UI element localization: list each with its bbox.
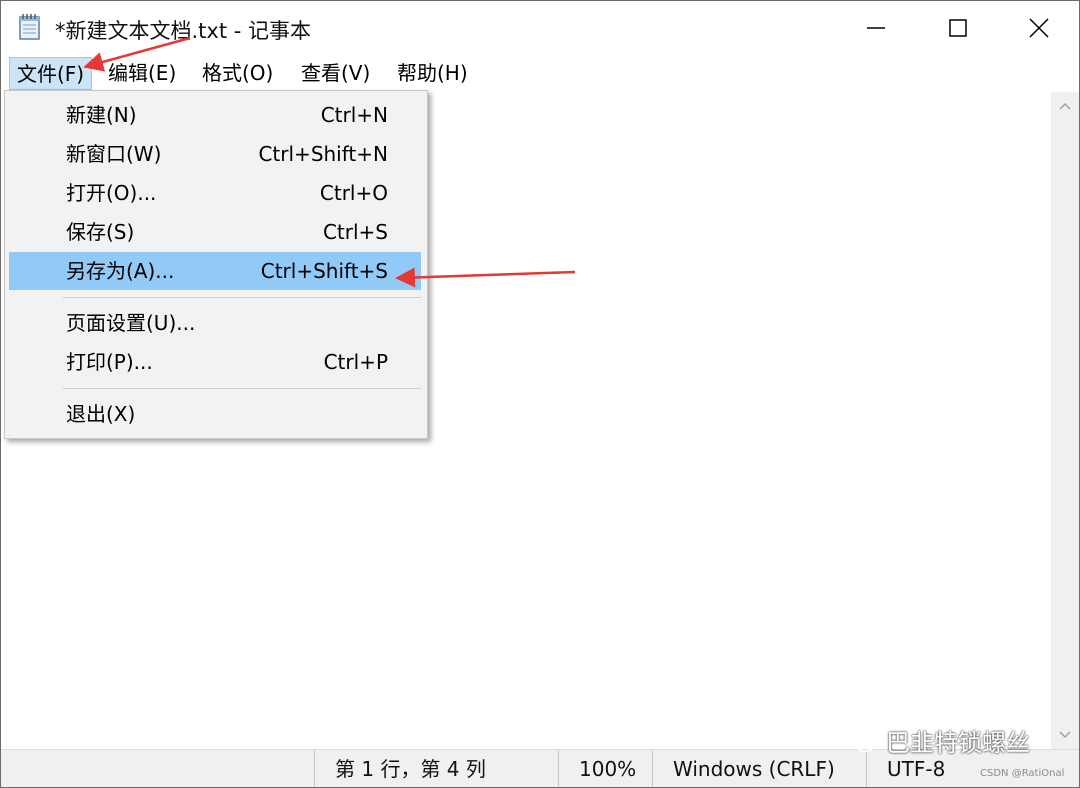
file-menu-new-window[interactable]: 新窗口(W) Ctrl+Shift+N [9, 135, 421, 173]
menu-item-label: 打印(P)... [66, 350, 153, 374]
chevron-down-icon [1059, 731, 1071, 739]
minimize-button[interactable] [836, 1, 916, 55]
menu-item-label: 打开(O)... [66, 181, 157, 205]
menu-bar: 文件(F) 编辑(E) 格式(O) 查看(V) 帮助(H) [1, 55, 1079, 92]
close-button[interactable] [999, 1, 1079, 55]
menu-help[interactable]: 帮助(H) [390, 57, 475, 90]
file-menu-save-as[interactable]: 另存为(A)... Ctrl+Shift+S [9, 252, 421, 290]
file-menu-open[interactable]: 打开(O)... Ctrl+O [9, 174, 421, 212]
menu-item-label: 保存(S) [66, 220, 135, 244]
status-cursor-position: 第 1 行，第 4 列 [314, 750, 558, 787]
window-title: *新建文本文档.txt - 记事本 [55, 19, 311, 43]
menu-item-label: 页面设置(U)... [66, 311, 196, 335]
wechat-watermark-text: 巴韭特锁螺丝 [886, 728, 1030, 757]
file-menu-exit[interactable]: 退出(X) [9, 395, 421, 433]
file-menu-dropdown: 新建(N) Ctrl+N 新窗口(W) Ctrl+Shift+N 打开(O)..… [4, 90, 428, 439]
file-menu-print[interactable]: 打印(P)... Ctrl+P [9, 343, 421, 381]
menu-format[interactable]: 格式(O) [195, 57, 280, 90]
menu-item-label: 退出(X) [66, 402, 136, 426]
vertical-scrollbar[interactable] [1051, 92, 1079, 749]
close-icon [1029, 18, 1049, 38]
title-bar[interactable]: *新建文本文档.txt - 记事本 [1, 1, 1079, 55]
menu-separator [63, 388, 421, 389]
status-zoom: 100% [558, 750, 652, 787]
menu-item-label: 新建(N) [66, 103, 137, 127]
file-menu-save[interactable]: 保存(S) Ctrl+S [9, 213, 421, 251]
csdn-watermark: CSDN @RatiOnal [980, 768, 1065, 779]
wechat-watermark: 巴韭特锁螺丝 [840, 723, 1030, 757]
menu-view[interactable]: 查看(V) [294, 57, 377, 90]
notepad-window: *新建文本文档.txt - 记事本 文件(F) 编辑(E) 格式(O) 查看(V… [0, 0, 1080, 788]
menu-item-shortcut: Ctrl+N [320, 103, 388, 127]
menu-item-shortcut: Ctrl+O [319, 181, 388, 205]
maximize-button[interactable] [918, 1, 998, 55]
menu-edit[interactable]: 编辑(E) [101, 57, 183, 90]
menu-item-shortcut: Ctrl+Shift+N [258, 142, 388, 166]
notepad-icon [19, 14, 40, 40]
file-menu-new[interactable]: 新建(N) Ctrl+N [9, 96, 421, 134]
menu-file[interactable]: 文件(F) [9, 57, 93, 90]
chevron-up-icon [1059, 102, 1071, 110]
menu-item-label: 另存为(A)... [66, 259, 175, 283]
menu-item-shortcut: Ctrl+P [323, 350, 388, 374]
menu-item-shortcut: Ctrl+S [322, 220, 388, 244]
file-menu-page-setup[interactable]: 页面设置(U)... [9, 304, 421, 342]
menu-separator [63, 297, 421, 298]
scroll-down-button[interactable] [1051, 721, 1079, 749]
wechat-icon [841, 726, 876, 752]
menu-item-shortcut: Ctrl+Shift+S [260, 259, 388, 283]
minimize-icon [867, 27, 885, 29]
status-line-ending: Windows (CRLF) [652, 750, 866, 787]
scroll-up-button[interactable] [1051, 92, 1079, 120]
menu-item-label: 新窗口(W) [66, 142, 162, 166]
maximize-icon [949, 19, 967, 37]
